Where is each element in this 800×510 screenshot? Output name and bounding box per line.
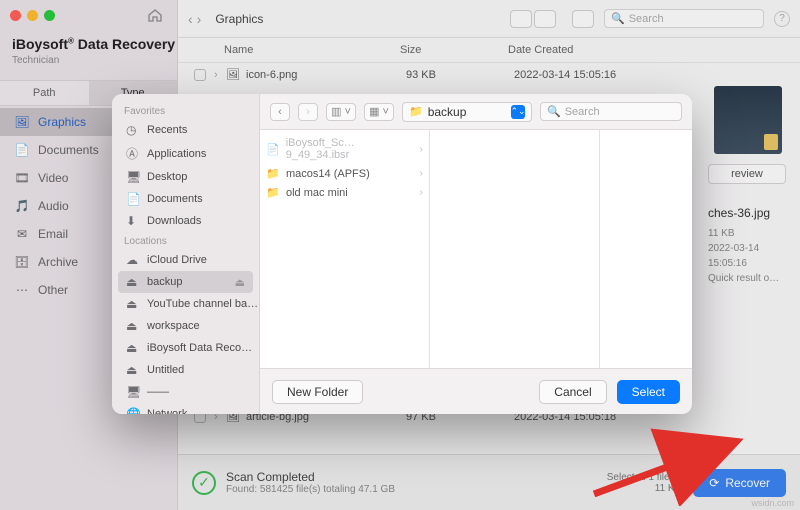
cloud-icon: ☁︎ xyxy=(126,253,140,267)
favorite-item[interactable]: Ⓐ Applications xyxy=(112,141,259,166)
picker-columns: 📄 iBoysoft_Sc…9_49_34.ibsr › 📁 macos14 (APFS… xyxy=(260,130,692,368)
favorite-item[interactable]: ⬇︎ Downloads xyxy=(112,210,259,232)
sidebar-item-label: workspace xyxy=(147,320,200,332)
location-item[interactable]: 🖥 —— xyxy=(112,381,259,403)
location-item[interactable]: ☁︎ iCloud Drive xyxy=(112,249,259,271)
picker-col-3 xyxy=(600,130,692,368)
display-icon: 🖥 xyxy=(126,385,140,399)
favorite-item[interactable]: ◷ Recents xyxy=(112,119,259,141)
location-item[interactable]: ⏏ YouTube channel ba… xyxy=(112,293,259,315)
picker-sidebar: Favorites ◷ Recents Ⓐ Applications 🖥 Desktop 📄… xyxy=(112,94,260,414)
sidebar-item-label: iBoysoft Data Reco… xyxy=(147,342,252,354)
picker-forward-icon[interactable]: › xyxy=(298,103,318,121)
column-view-icon[interactable]: ▥ ˅ xyxy=(326,103,356,121)
locations-header: Locations xyxy=(112,232,259,249)
sidebar-item-label: Documents xyxy=(147,193,203,205)
location-item[interactable]: ⏏ iBoysoft Data Reco… xyxy=(112,337,259,359)
column-item: 📄 iBoysoft_Sc…9_49_34.ibsr › xyxy=(260,134,429,164)
picker-bottom: New Folder Cancel Select xyxy=(260,368,692,414)
sidebar-item-label: iCloud Drive xyxy=(147,254,207,266)
eject-icon[interactable]: ⏏ xyxy=(235,276,245,289)
location-item[interactable]: 🌐 Network xyxy=(112,403,259,414)
drive-icon: ⏏ xyxy=(126,319,140,333)
apps-icon: Ⓐ xyxy=(126,145,140,162)
sidebar-item-label: Recents xyxy=(147,124,187,136)
column-item-label: old mac mini xyxy=(286,187,348,199)
sidebar-item-label: —— xyxy=(147,386,169,398)
folder-icon: 📁 xyxy=(266,167,280,180)
picker-col-2 xyxy=(430,130,600,368)
network-icon: 🌐 xyxy=(126,407,140,414)
column-item[interactable]: 📁 macos14 (APFS) › xyxy=(260,164,429,183)
location-item[interactable]: ⏏ workspace xyxy=(112,315,259,337)
sidebar-item-label: YouTube channel ba… xyxy=(147,298,258,310)
search-icon: 🔍 xyxy=(547,105,561,118)
new-folder-button[interactable]: New Folder xyxy=(272,380,363,404)
picker-col-1: 📄 iBoysoft_Sc…9_49_34.ibsr › 📁 macos14 (APFS… xyxy=(260,130,430,368)
column-item-label: iBoysoft_Sc…9_49_34.ibsr xyxy=(286,137,414,161)
file-icon: 📄 xyxy=(266,143,280,156)
file-picker-sheet: Favorites ◷ Recents Ⓐ Applications 🖥 Desktop 📄… xyxy=(112,94,692,414)
chevron-right-icon: › xyxy=(420,144,423,155)
drive-icon: ⏏ xyxy=(126,275,140,289)
drive-icon: ⏏ xyxy=(126,297,140,311)
location-item[interactable]: ⏏ backup ⏏ xyxy=(118,271,253,293)
docs-icon: 📄 xyxy=(126,192,140,206)
sidebar-item-label: Downloads xyxy=(147,215,201,227)
chevron-right-icon: › xyxy=(420,168,423,179)
picker-search[interactable]: 🔍 Search xyxy=(540,102,682,121)
sidebar-item-label: Network xyxy=(147,408,187,414)
favorites-header: Favorites xyxy=(112,102,259,119)
location-popup[interactable]: 📁 backup ⌃⌄ xyxy=(402,102,532,122)
folder-icon: 📁 xyxy=(409,105,423,118)
sidebar-item-label: Applications xyxy=(147,148,206,160)
chevron-updown-icon: ⌃⌄ xyxy=(511,105,525,119)
watermark: wsidn.com xyxy=(751,498,794,508)
folder-icon: 📁 xyxy=(266,186,280,199)
drive-icon: ⏏ xyxy=(126,341,140,355)
clock-icon: ◷ xyxy=(126,123,140,137)
location-item[interactable]: ⏏ Untitled xyxy=(112,359,259,381)
cancel-button[interactable]: Cancel xyxy=(539,380,606,404)
picker-back-icon[interactable]: ‹ xyxy=(270,103,290,121)
column-item[interactable]: 📁 old mac mini › xyxy=(260,183,429,202)
sidebar-item-label: backup xyxy=(147,276,182,288)
favorite-item[interactable]: 🖥 Desktop xyxy=(112,166,259,188)
sidebar-item-label: Desktop xyxy=(147,171,187,183)
downloads-icon: ⬇︎ xyxy=(126,214,140,228)
group-icon[interactable]: ▦ ˅ xyxy=(364,103,394,121)
favorite-item[interactable]: 📄 Documents xyxy=(112,188,259,210)
picker-toolbar: ‹ › ▥ ˅ ▦ ˅ 📁 backup ⌃⌄ 🔍 Search xyxy=(260,94,692,130)
sidebar-item-label: Untitled xyxy=(147,364,184,376)
select-button[interactable]: Select xyxy=(617,380,680,404)
desktop-icon: 🖥 xyxy=(126,170,140,184)
drive-icon: ⏏ xyxy=(126,363,140,377)
column-item-label: macos14 (APFS) xyxy=(286,168,370,180)
location-label: backup xyxy=(428,105,467,119)
chevron-right-icon: › xyxy=(420,187,423,198)
